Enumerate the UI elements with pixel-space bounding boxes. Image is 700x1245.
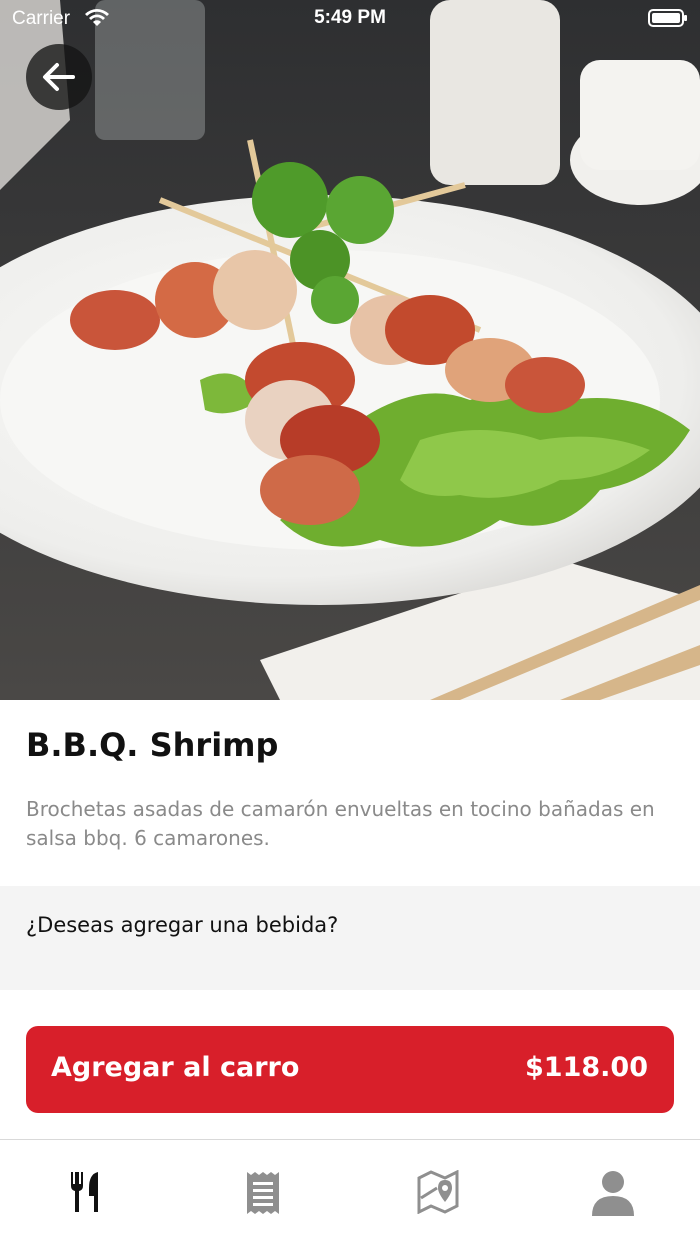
cart-price: $118.00 <box>525 1052 648 1083</box>
add-drink-prompt: ¿Deseas agregar una bebida? <box>26 913 339 937</box>
add-to-cart-label: Agregar al carro <box>51 1052 300 1083</box>
back-button[interactable] <box>26 44 92 110</box>
tab-orders[interactable] <box>175 1140 350 1245</box>
product-image <box>0 0 700 700</box>
tab-profile[interactable] <box>525 1140 700 1245</box>
tab-locations[interactable] <box>350 1140 525 1245</box>
add-to-cart-button[interactable]: Agregar al carro $118.00 <box>26 1026 674 1113</box>
add-drink-section[interactable]: ¿Deseas agregar una bebida? <box>0 886 700 990</box>
tab-menu[interactable] <box>0 1140 175 1245</box>
status-time: 5:49 PM <box>314 7 386 28</box>
receipt-icon <box>246 1172 279 1214</box>
arrow-left-icon <box>43 63 75 91</box>
tab-bar <box>0 1139 700 1245</box>
map-pin-icon <box>417 1170 458 1214</box>
product-description: Brochetas asadas de camarón envueltas en… <box>26 797 655 850</box>
product-title: B.B.Q. Shrimp <box>26 726 279 764</box>
battery-icon <box>648 8 688 33</box>
user-icon <box>591 1171 634 1216</box>
status-bar: Carrier 5:49 PM <box>0 0 700 38</box>
fork-knife-icon <box>70 1172 98 1212</box>
